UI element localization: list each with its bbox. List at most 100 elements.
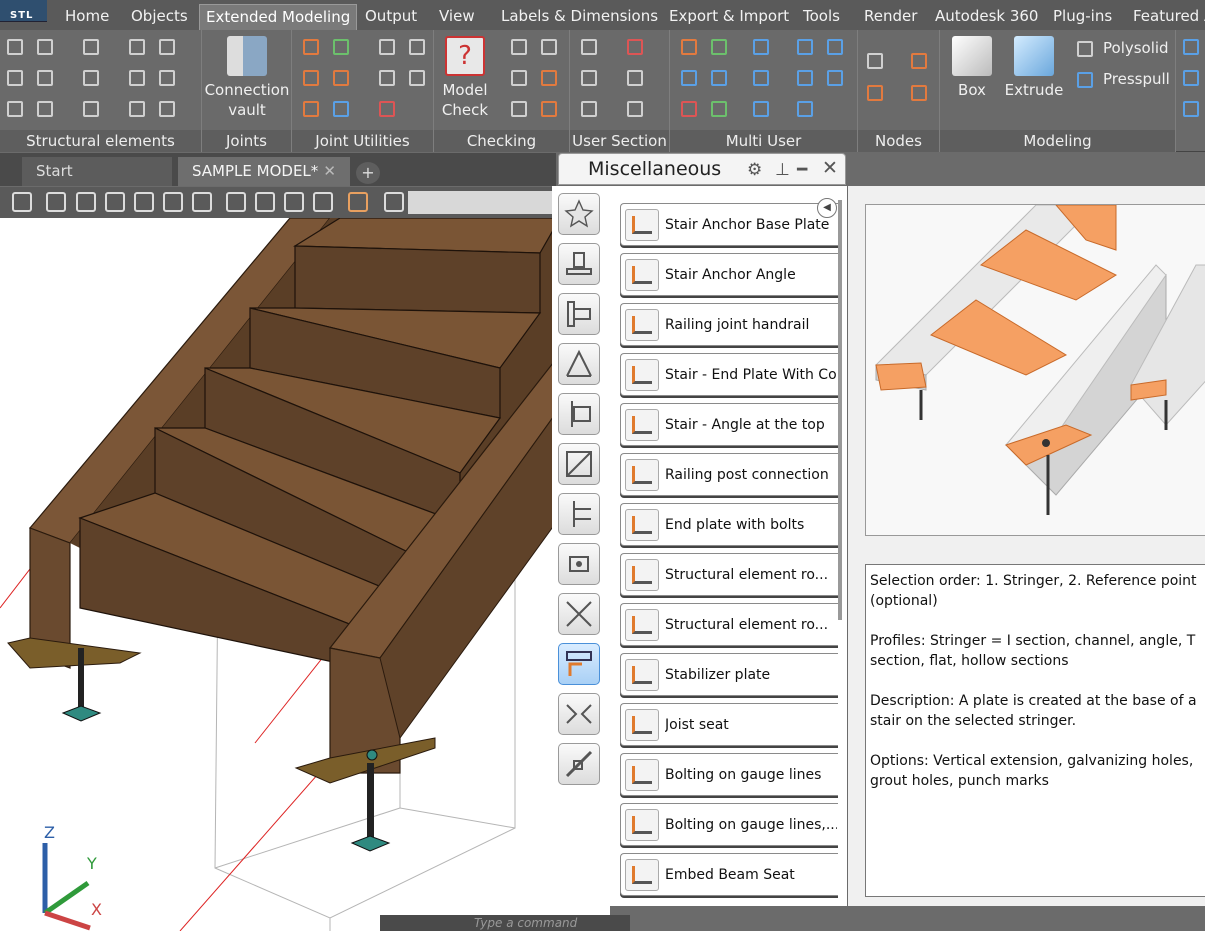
check-marked-icon[interactable] xyxy=(538,67,560,89)
link-icon[interactable] xyxy=(126,67,148,89)
gable-icon[interactable] xyxy=(80,67,102,89)
section-shape-icon[interactable] xyxy=(624,67,646,89)
category-bolted[interactable] xyxy=(558,543,600,585)
view-field[interactable] xyxy=(408,191,556,214)
view-camera-icon[interactable] xyxy=(12,192,32,212)
joint-update-icon[interactable] xyxy=(330,36,352,58)
presspull-button[interactable]: Presspull xyxy=(1103,70,1170,88)
tab-tools[interactable]: Tools xyxy=(803,3,840,30)
tab-objects[interactable]: Objects xyxy=(131,3,188,30)
multi-user-merge-icon[interactable] xyxy=(824,67,846,89)
check-collision-icon[interactable] xyxy=(508,36,530,58)
rotate-icon[interactable] xyxy=(156,98,178,120)
category-clip-angles[interactable] xyxy=(558,393,600,435)
multi-user-sync-icon[interactable] xyxy=(708,36,730,58)
connection-vault-button[interactable]: Connection vault xyxy=(204,36,290,120)
category-stairs[interactable] xyxy=(558,693,600,735)
roof-icon[interactable] xyxy=(80,36,102,58)
multi-user-reload-icon[interactable] xyxy=(794,98,816,120)
joint-item[interactable]: Railing post connection xyxy=(620,453,838,496)
multi-user-share-icon[interactable] xyxy=(750,36,772,58)
pin-icon[interactable]: ⊥ xyxy=(775,160,790,180)
category-cross-bracing[interactable] xyxy=(558,593,600,635)
category-end-plates[interactable] xyxy=(558,293,600,335)
multi-user-connect-icon[interactable] xyxy=(678,67,700,89)
new-tab-button[interactable]: + xyxy=(356,162,380,184)
command-line[interactable]: Type a command xyxy=(380,915,630,931)
render-view-icon[interactable] xyxy=(348,192,368,212)
cage-icon[interactable] xyxy=(126,98,148,120)
check-cleanup-icon[interactable] xyxy=(508,98,530,120)
joint-settings-icon[interactable] xyxy=(406,36,428,58)
check-warning-icon[interactable] xyxy=(538,98,560,120)
bracing-icon[interactable] xyxy=(4,98,26,120)
joint-export-icon[interactable] xyxy=(406,67,428,89)
check-doc-icon[interactable] xyxy=(538,36,560,58)
category-gussets[interactable] xyxy=(558,443,600,485)
multi-user-link-icon[interactable] xyxy=(708,67,730,89)
joint-item[interactable]: Bolting on gauge lines,... xyxy=(620,803,838,846)
joint-item[interactable]: Structural element ro... xyxy=(620,553,838,596)
collapse-arrow-icon[interactable]: ◀ xyxy=(817,198,837,218)
view-top-icon[interactable] xyxy=(163,192,183,212)
section-red-icon[interactable] xyxy=(624,36,646,58)
intersect-icon[interactable] xyxy=(1180,98,1202,120)
joint-view-icon[interactable] xyxy=(376,67,398,89)
multi-user-assign-icon[interactable] xyxy=(824,36,846,58)
joint-upgrade-icon[interactable] xyxy=(330,67,352,89)
iso-ne-icon[interactable] xyxy=(284,192,304,212)
section-create-icon[interactable] xyxy=(578,36,600,58)
application-menu-button[interactable]: STL xyxy=(0,0,47,22)
iso-nw-icon[interactable] xyxy=(313,192,333,212)
multi-user-join-icon[interactable] xyxy=(794,67,816,89)
gear-icon[interactable]: ⚙ xyxy=(747,160,762,180)
view-left-icon[interactable] xyxy=(105,192,125,212)
close-icon[interactable]: ✕ xyxy=(822,157,838,179)
node-merge-icon[interactable] xyxy=(864,82,886,104)
joint-item[interactable]: Stair - Angle at the top xyxy=(620,403,838,446)
tab-labels-dimensions[interactable]: Labels & Dimensions xyxy=(501,3,658,30)
tab-export-import[interactable]: Export & Import xyxy=(669,3,789,30)
joint-item[interactable]: End plate with bolts xyxy=(620,503,838,546)
iso-sw-icon[interactable] xyxy=(226,192,246,212)
view-right-icon[interactable] xyxy=(134,192,154,212)
joint-item[interactable]: Bolting on gauge lines xyxy=(620,753,838,796)
grid-icon[interactable] xyxy=(156,67,178,89)
iso-se-icon[interactable] xyxy=(255,192,275,212)
girder-icon[interactable] xyxy=(34,98,56,120)
tab-extended-modeling[interactable]: Extended Modeling xyxy=(199,4,358,30)
joint-list-icon[interactable] xyxy=(330,98,352,120)
category-splices[interactable] xyxy=(558,493,600,535)
polysolid-button[interactable]: Polysolid xyxy=(1103,39,1169,57)
view-back-icon[interactable] xyxy=(76,192,96,212)
category-favorites[interactable] xyxy=(558,193,600,235)
multi-user-remove-icon[interactable] xyxy=(678,98,700,120)
stair-icon[interactable] xyxy=(126,36,148,58)
beam-frame-icon[interactable] xyxy=(34,36,56,58)
tab-featured[interactable]: Featured A xyxy=(1133,3,1205,30)
purlin-icon[interactable] xyxy=(34,67,56,89)
minimize-icon[interactable]: ━ xyxy=(797,160,807,180)
tab-plug-ins[interactable]: Plug-ins xyxy=(1053,3,1112,30)
joint-item[interactable]: Embed Beam Seat xyxy=(620,853,838,896)
multi-user-team-icon[interactable] xyxy=(794,36,816,58)
tab-home[interactable]: Home xyxy=(65,3,109,30)
category-base-plates[interactable] xyxy=(558,243,600,285)
model-check-button[interactable]: ? Model Check xyxy=(436,36,494,120)
joint-item[interactable]: Stabilizer plate xyxy=(620,653,838,696)
column-icon[interactable] xyxy=(4,36,26,58)
category-tools[interactable] xyxy=(558,743,600,785)
zoom-icon[interactable] xyxy=(384,192,404,212)
stair-alt-icon[interactable] xyxy=(156,36,178,58)
category-miscellaneous[interactable] xyxy=(558,643,600,685)
tab-output[interactable]: Output xyxy=(365,3,417,30)
check-audit-icon[interactable] xyxy=(508,67,530,89)
palette-scrollbar[interactable] xyxy=(838,200,842,620)
ridge-icon[interactable] xyxy=(80,98,102,120)
union-icon[interactable] xyxy=(1180,36,1202,58)
truss-icon[interactable] xyxy=(4,67,26,89)
close-icon[interactable]: ✕ xyxy=(323,157,336,186)
multi-user-split-icon[interactable] xyxy=(750,67,772,89)
joint-item[interactable]: Joist seat xyxy=(620,703,838,746)
section-edit-icon[interactable] xyxy=(578,67,600,89)
